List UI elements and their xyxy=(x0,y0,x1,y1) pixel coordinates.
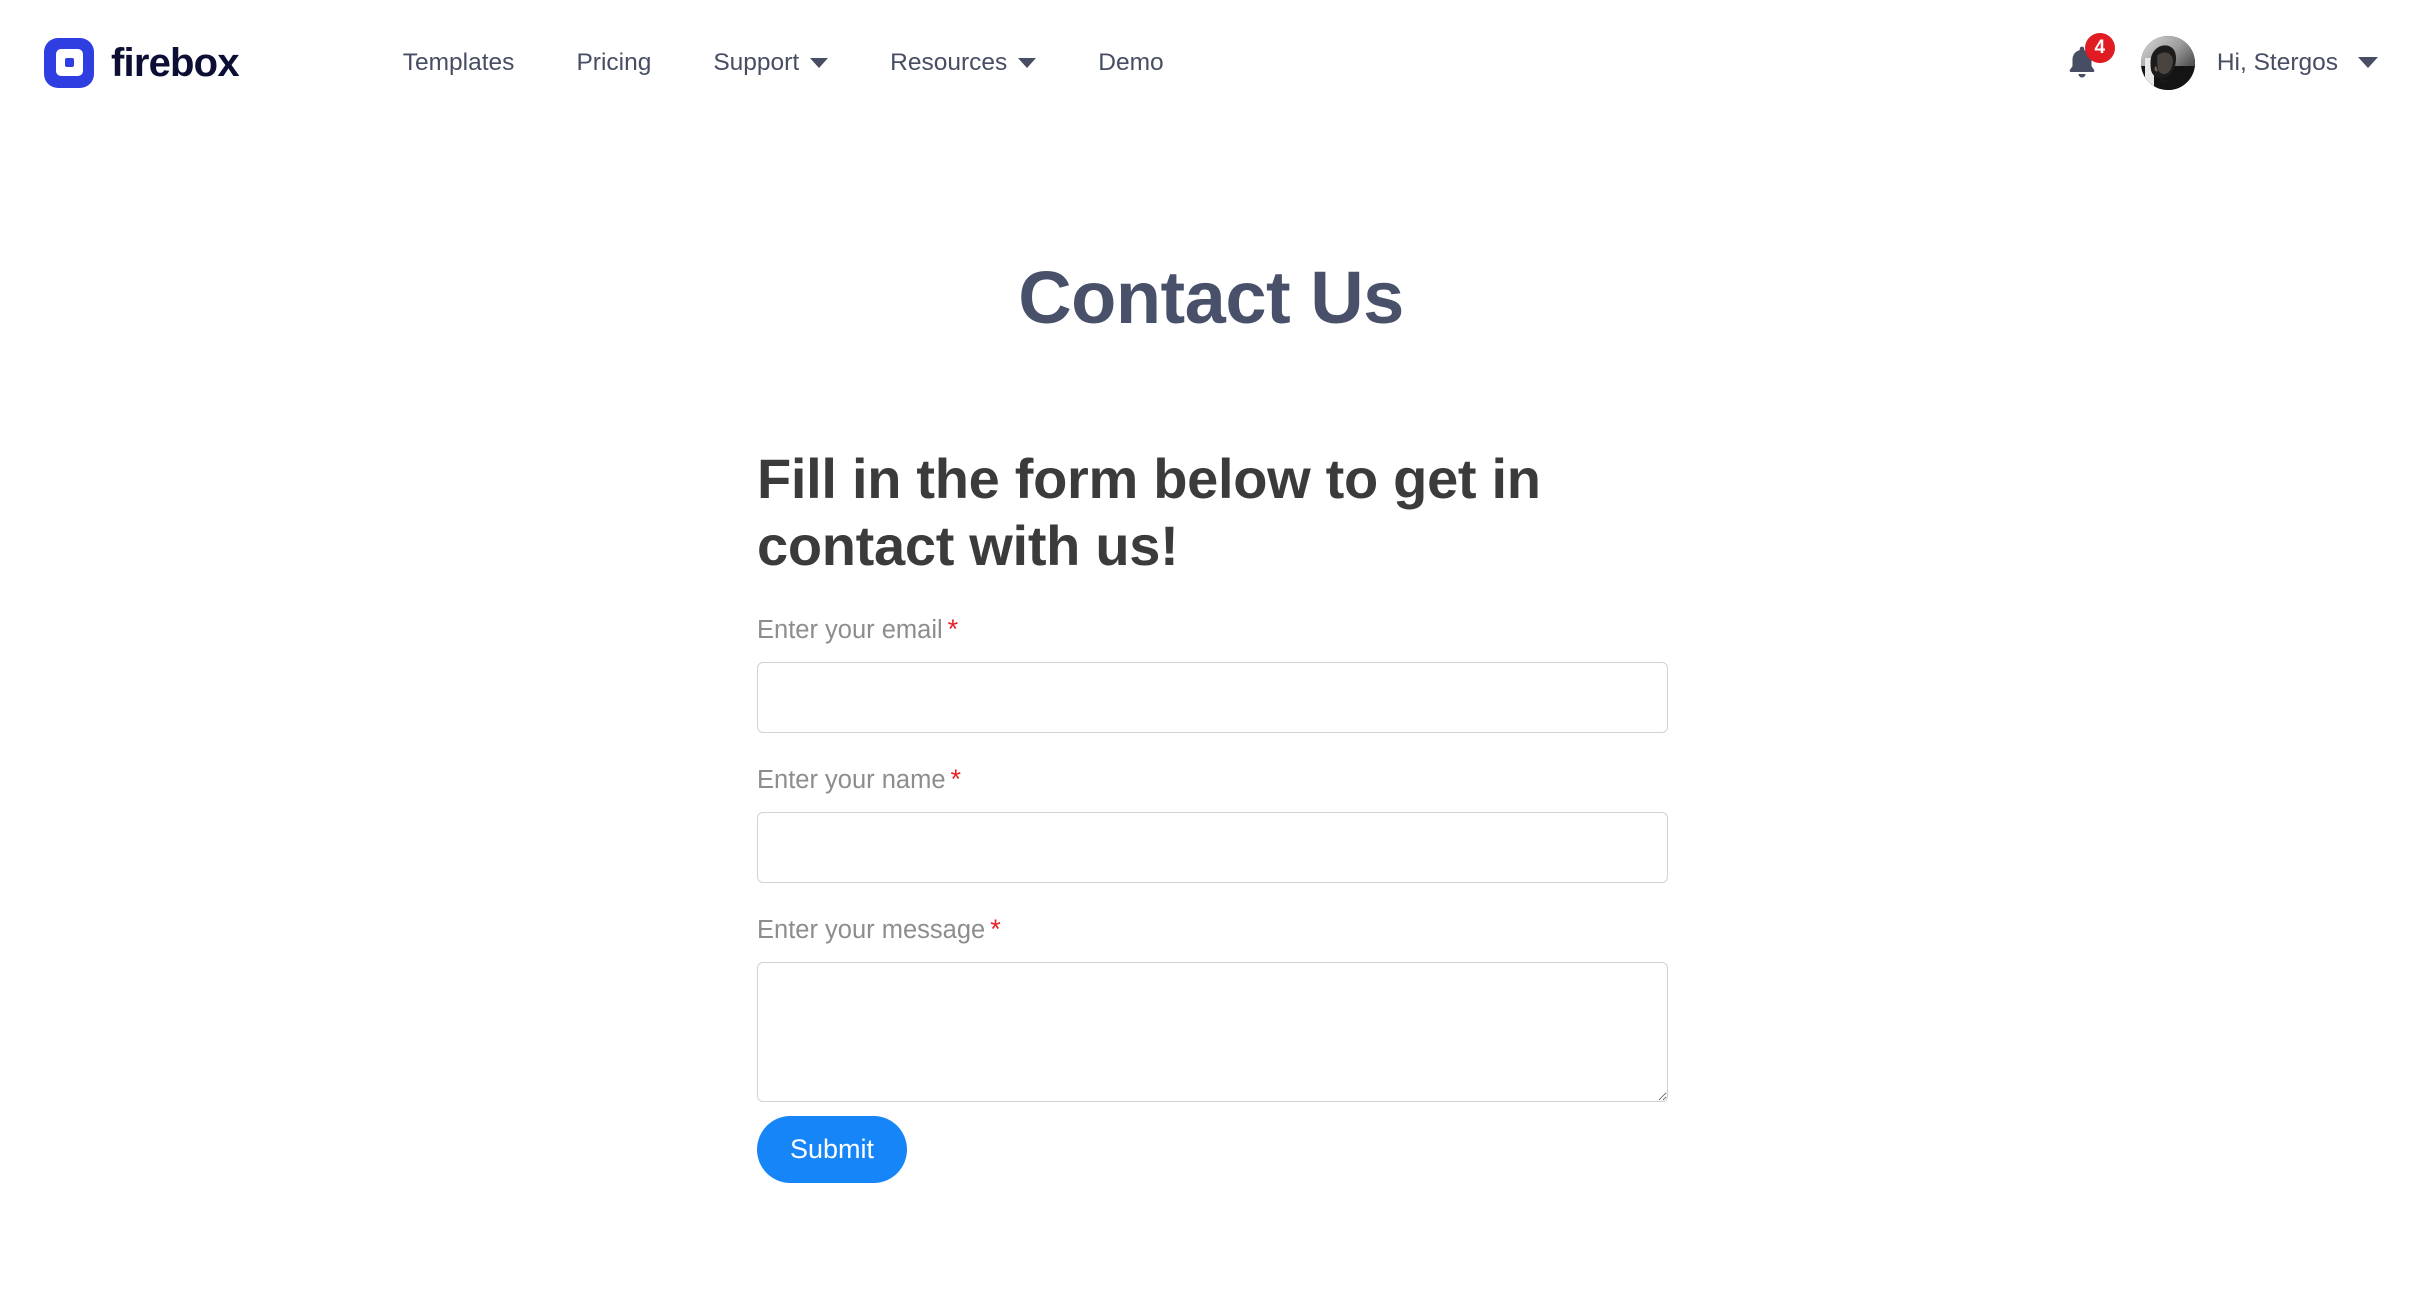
message-field[interactable] xyxy=(757,962,1668,1103)
required-marker: * xyxy=(990,913,1001,944)
email-field[interactable] xyxy=(757,661,1668,733)
main-navigation: Templates Pricing Support Resources Demo xyxy=(403,39,1164,87)
site-header: firebox Templates Pricing Support Resour… xyxy=(0,0,2422,125)
submit-button[interactable]: Submit xyxy=(757,1116,908,1184)
user-menu-chevron-down-icon[interactable] xyxy=(2358,57,2378,68)
field-email: Enter your email * xyxy=(757,614,1668,733)
name-field[interactable] xyxy=(757,811,1668,883)
label-message: Enter your message * xyxy=(757,914,1667,947)
label-email: Enter your email * xyxy=(757,614,1667,647)
field-message: Enter your message * xyxy=(757,914,1668,1103)
field-name: Enter your name * xyxy=(757,764,1668,883)
chevron-down-icon xyxy=(810,57,829,68)
logo-inner-square xyxy=(55,49,83,76)
nav-label-pricing: Pricing xyxy=(576,48,652,76)
label-name: Enter your name * xyxy=(757,764,1667,797)
brand-logo[interactable]: firebox xyxy=(44,37,240,88)
chevron-down-icon xyxy=(1018,57,1037,68)
header-right-cluster: 4 Hi, Stergos xyxy=(2059,32,2378,90)
form-heading: Fill in the form below to get in contact… xyxy=(757,447,1541,578)
avatar-image xyxy=(2140,35,2195,90)
nav-item-pricing[interactable]: Pricing xyxy=(576,39,651,87)
nav-item-templates[interactable]: Templates xyxy=(403,39,515,87)
nav-label-templates: Templates xyxy=(402,48,515,76)
notifications-button[interactable]: 4 xyxy=(2059,32,2115,88)
nav-label-demo: Demo xyxy=(1098,48,1164,76)
label-message-text: Enter your message xyxy=(757,915,986,944)
main-content: Contact Us Fill in the form below to get… xyxy=(0,125,2422,1184)
firebox-logo-icon xyxy=(44,37,94,88)
avatar[interactable] xyxy=(2140,35,2195,90)
nav-label-resources: Resources xyxy=(890,48,1008,76)
nav-label-support: Support xyxy=(713,48,800,76)
brand-name: firebox xyxy=(111,40,240,85)
nav-item-support[interactable]: Support xyxy=(713,39,829,87)
required-marker: * xyxy=(947,613,959,644)
nav-item-resources[interactable]: Resources xyxy=(890,39,1037,87)
required-marker: * xyxy=(950,763,962,794)
contact-form: Fill in the form below to get in contact… xyxy=(755,446,1668,1184)
label-name-text: Enter your name xyxy=(757,765,946,794)
label-email-text: Enter your email xyxy=(757,615,943,644)
page-title: Contact Us xyxy=(1018,256,1404,339)
nav-item-demo[interactable]: Demo xyxy=(1098,39,1163,87)
notification-count-badge: 4 xyxy=(2084,32,2115,63)
user-greeting[interactable]: Hi, Stergos xyxy=(2217,49,2338,77)
logo-center-dot xyxy=(64,58,74,67)
